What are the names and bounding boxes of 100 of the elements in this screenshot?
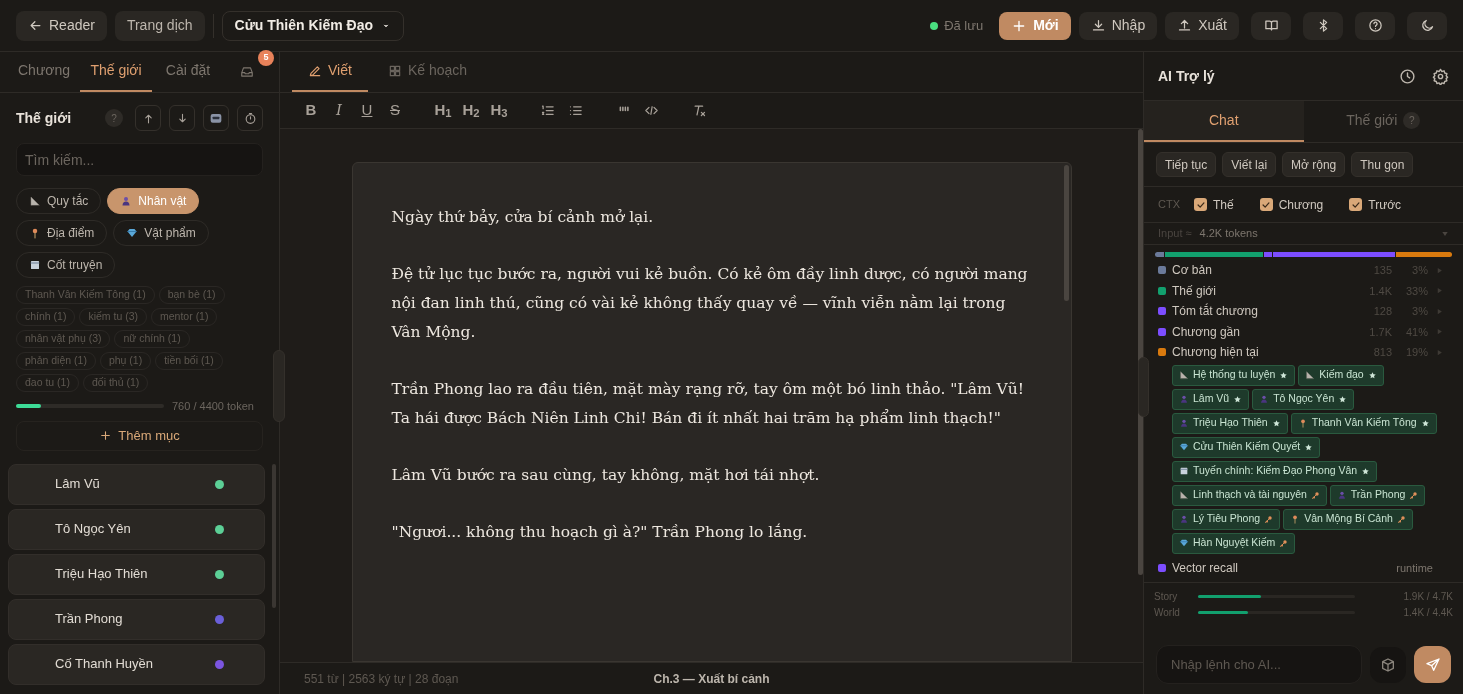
import-button[interactable]: Nhập: [1078, 11, 1158, 40]
chapter-title: Ch.3 — Xuất bí cảnh: [652, 670, 771, 688]
token-total: 4.2K tokens: [1199, 226, 1258, 242]
sidebar-tab[interactable]: Thế giới: [80, 51, 152, 92]
context-entry-tag: Lý Tiêu Phong: [1172, 508, 1281, 530]
paragraph: Trần Phong lao ra đầu tiên, mặt mày rạng rỡ, tay ôm một bó linh thảo. "Lâm Vũ! Ta hái được Bách Niên Linh Chi! Bán đi ít nhất hai trăm hạ phẩm linh thạch!": [391, 379, 1025, 429]
code-icon: [643, 103, 659, 118]
open-book-icon: [1263, 18, 1279, 33]
robot-button[interactable]: [203, 105, 229, 131]
search-field[interactable]: Tìm kiếm...: [16, 143, 263, 176]
history-icon: [1399, 67, 1416, 85]
gem-icon: [126, 227, 139, 239]
save-status: Đã lưu: [944, 16, 984, 35]
help-icon: [1367, 18, 1383, 33]
budget-value: 1.4K / 4.4K: [1403, 606, 1453, 620]
editor-tab[interactable]: Viết: [292, 51, 368, 92]
bluetooth-button[interactable]: [1303, 11, 1343, 40]
bullet-list-icon: [567, 103, 583, 118]
legend-label: Cơ bản: [1172, 262, 1212, 280]
plus-icon: [99, 429, 113, 442]
check-icon: [1261, 199, 1272, 210]
translate-button[interactable]: Trang dịch: [114, 10, 205, 41]
legend-label: Tóm tắt chương: [1172, 302, 1258, 321]
heading-button[interactable]: H$_{3}$: [488, 98, 510, 123]
action-button[interactable]: Tiếp tục: [1156, 152, 1217, 177]
budget-value: 1.9K / 4.7K: [1403, 590, 1453, 604]
entry-item[interactable]: Tô Ngọc Yên: [8, 508, 265, 550]
bold-button[interactable]: B: [300, 98, 322, 123]
checkbox[interactable]: [1349, 198, 1363, 211]
scrollbar-thumb[interactable]: [1063, 165, 1069, 301]
book-button[interactable]: [1251, 11, 1291, 40]
prompt-field[interactable]: Nhập lệnh cho AI...: [1156, 645, 1362, 684]
moon-button[interactable]: [1407, 11, 1447, 40]
paragraph: "Ngươi... không thu hoạch gì à?" Trần Phong lo lắng.: [391, 522, 809, 543]
context-entry-tag: Tô Ngọc Yên: [1252, 388, 1355, 410]
entry-item[interactable]: Cố Thanh Huyền: [8, 643, 265, 685]
arrow-down-button[interactable]: [169, 105, 195, 131]
panel-title: AI Trợ lý: [1158, 66, 1215, 86]
assistant-tab[interactable]: Chat: [1144, 101, 1304, 142]
person-icon: [1179, 394, 1189, 404]
person-icon: [1179, 514, 1189, 524]
action-button[interactable]: Mở rộng: [1282, 152, 1346, 177]
underline-button[interactable]: U: [356, 98, 378, 123]
check-icon: [1350, 199, 1361, 210]
checkbox-label: Thế: [1213, 196, 1234, 214]
download-icon: [1090, 18, 1106, 33]
add-entry-button[interactable]: Thêm mục: [16, 420, 263, 451]
notification-badge: 5: [258, 50, 274, 66]
token-count: 760 / 4400 token: [172, 399, 254, 414]
budget-label: Story: [1154, 590, 1179, 604]
action-button[interactable]: Thu gọn: [1351, 152, 1414, 177]
resize-handle[interactable]: [273, 350, 285, 422]
timer-button[interactable]: [237, 105, 263, 131]
context-entry-tag: Vân Mộng Bí Cảnh: [1283, 508, 1413, 530]
entry-item[interactable]: Lâm Vũ: [8, 463, 265, 505]
context-entry-tag: Cửu Thiên Kiếm Quyết: [1172, 436, 1321, 458]
project-dropdown[interactable]: Cửu Thiên Kiếm Đạo: [221, 10, 405, 41]
help-badge: ?: [105, 109, 123, 127]
paragraph: Đệ tử lục tục bước ra, người vui kẻ buồn. Có kẻ ôm đầy linh dược, có người mang nội đan linh thú, cũng có vài kẻ không thấy quay về — vĩnh viễn nằm lại trong Vân Mộng.: [391, 264, 1029, 343]
arrow-up-button[interactable]: [135, 105, 161, 131]
entry-item[interactable]: Triệu Hạo Thiên: [8, 553, 265, 595]
sidebar-tab[interactable]: Cài đặt: [152, 51, 224, 92]
strikethrough-button[interactable]: S: [384, 98, 406, 123]
legend-label: Chương gần: [1172, 323, 1240, 341]
send-button[interactable]: [1414, 646, 1451, 683]
checkbox[interactable]: [1259, 198, 1273, 211]
export-button[interactable]: Xuất: [1165, 11, 1239, 40]
legend-label: Vector recall: [1172, 559, 1239, 577]
person-icon: [1336, 490, 1347, 500]
budget-label: World: [1154, 606, 1181, 620]
back-button[interactable]: Reader: [16, 10, 107, 41]
italic-button[interactable]: I: [328, 98, 350, 123]
help-button[interactable]: [1355, 11, 1395, 40]
settings-button[interactable]: [1432, 67, 1449, 85]
context-entry-tag: Triệu Hạo Thiên: [1172, 412, 1288, 434]
history-button[interactable]: [1399, 67, 1416, 85]
paragraph: Ngày thứ bảy, cửa bí cảnh mở lại.: [391, 207, 655, 228]
arrow-left-icon: [28, 18, 43, 33]
context-entry-tag: Hàn Nguyệt Kiếm: [1172, 532, 1296, 554]
section-title: Thế giới: [16, 108, 72, 128]
gem-icon: [1179, 538, 1189, 548]
context-entry-tag: Kiếm đạo: [1298, 364, 1384, 386]
cube-button[interactable]: [1370, 646, 1406, 683]
checkbox[interactable]: [1194, 198, 1207, 211]
checkbox-label: Trước: [1368, 196, 1402, 214]
entry-item[interactable]: Trần Phong: [8, 598, 265, 640]
settings-icon: [1432, 67, 1449, 85]
sidebar-tab[interactable]: Chương: [8, 51, 80, 92]
check-icon: [1195, 199, 1206, 210]
checkbox-label: Chương: [1278, 196, 1324, 214]
timer-icon: [243, 111, 257, 125]
action-button[interactable]: Viết lại: [1222, 152, 1277, 177]
cube-icon: [1380, 656, 1396, 673]
resize-handle[interactable]: [1138, 357, 1149, 417]
context-entry-tag: Hệ thống tu luyện: [1172, 364, 1296, 386]
heading-button[interactable]: H$_{1}$: [432, 98, 454, 123]
upload-icon: [1177, 18, 1193, 33]
numbered-list-icon: [539, 103, 555, 118]
person-icon: [1259, 394, 1270, 404]
heading-button[interactable]: H$_{2}$: [460, 98, 482, 123]
